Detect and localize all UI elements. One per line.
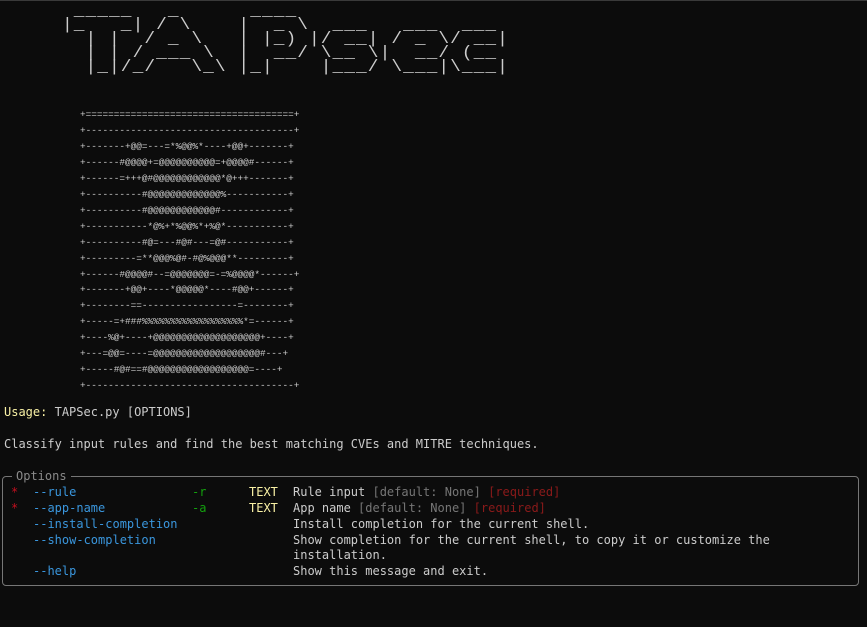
- option-short-rule: -r: [192, 485, 207, 499]
- option-row-show-completion-cont: installation.: [0, 547, 867, 563]
- option-short-app-name: -a: [192, 501, 207, 515]
- option-type-app-name: TEXT: [249, 501, 278, 515]
- option-flag-install-completion: --install-completion: [33, 517, 178, 531]
- option-default: [default: None]: [372, 485, 481, 499]
- tapsec-ascii-logo: _____ _ ____ |_ _| / \ | _ \ ___ ___ ___…: [62, 2, 509, 77]
- usage-label: Usage:: [4, 405, 48, 419]
- option-help-help: Show this message and exit.: [293, 564, 489, 578]
- option-help-text: Rule input: [293, 485, 366, 499]
- option-help-text: App name: [293, 501, 351, 515]
- option-row-rule: * --rule -r TEXT Rule input [default: No…: [0, 484, 867, 500]
- usage-line: Usage: TAPSec.py [OPTIONS]: [4, 405, 192, 419]
- required-marker: *: [11, 485, 19, 499]
- option-row-app-name: * --app-name -a TEXT App name [default: …: [0, 500, 867, 516]
- option-default: [default: None]: [358, 501, 467, 515]
- ascii-art-emblem: +=====================================+ …: [80, 109, 300, 392]
- option-help-show-completion-cont: installation.: [293, 548, 387, 562]
- option-flag-show-completion: --show-completion: [33, 533, 156, 547]
- option-flag-rule: --rule: [33, 485, 77, 499]
- required-tag: [required]: [488, 485, 561, 499]
- required-tag: [required]: [473, 501, 546, 515]
- option-type-rule: TEXT: [249, 485, 278, 499]
- option-help-install-completion: Install completion for the current shell…: [293, 517, 590, 531]
- option-flag-help: --help: [33, 564, 77, 578]
- option-row-install-completion: --install-completion Install completion …: [0, 516, 867, 532]
- option-row-help: --help Show this message and exit.: [0, 563, 867, 579]
- options-panel-title: Options: [12, 468, 71, 484]
- option-flag-app-name: --app-name: [33, 501, 106, 515]
- option-help-show-completion: Show completion for the current shell, t…: [293, 533, 770, 547]
- description-text: Classify input rules and find the best m…: [4, 437, 539, 451]
- required-marker: *: [11, 501, 19, 515]
- option-help-app-name: App name [default: None] [required]: [293, 500, 546, 516]
- option-row-show-completion: --show-completion Show completion for th…: [0, 532, 867, 548]
- usage-text: TAPSec.py [OPTIONS]: [54, 405, 192, 419]
- terminal-window: _____ _ ____ |_ _| / \ | _ \ ___ ___ ___…: [0, 0, 867, 594]
- option-help-rule: Rule input [default: None] [required]: [293, 484, 560, 500]
